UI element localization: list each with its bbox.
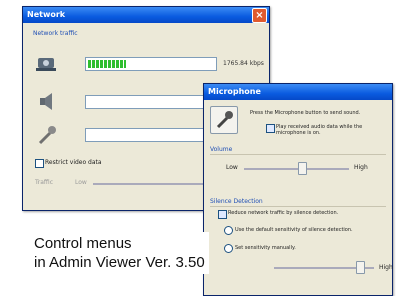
network-close-button[interactable]: × xyxy=(252,8,267,23)
reduce-traffic-label: Reduce network traffic by silence detect… xyxy=(228,210,339,216)
microphone-button[interactable] xyxy=(210,106,238,134)
audio-receive-bar xyxy=(85,95,217,109)
default-sensitivity-label: Use the default sensitivity of silence d… xyxy=(235,227,353,233)
play-received-checkbox[interactable] xyxy=(266,124,275,133)
volume-high-label: High xyxy=(354,164,368,171)
traffic-rate: 1765.84 kbps xyxy=(223,60,264,67)
microphone-icon xyxy=(35,125,59,145)
play-received-label: Play received audio data while the micro… xyxy=(276,124,363,136)
microphone-instruction: Press the Microphone button to send soun… xyxy=(250,110,361,116)
silence-separator xyxy=(210,206,386,207)
silence-group-label: Silence Detection xyxy=(210,198,263,205)
volume-group-label: Volume xyxy=(210,146,233,153)
caption-line-1: Control menus xyxy=(34,235,132,252)
network-section-label: Network traffic xyxy=(33,30,78,37)
sensitivity-high-label: High xyxy=(379,264,393,271)
reduce-traffic-checkbox[interactable] xyxy=(218,210,227,219)
microphone-window: Microphone Press the Microphone button t… xyxy=(203,83,393,296)
camera-icon xyxy=(35,53,59,73)
volume-slider[interactable] xyxy=(244,168,349,170)
caption: Control menus in Admin Viewer Ver. 3.50 xyxy=(30,232,209,274)
volume-separator xyxy=(210,154,386,155)
caption-line-2: in Admin Viewer Ver. 3.50 xyxy=(34,254,205,271)
video-traffic-fill xyxy=(88,60,126,68)
manual-sensitivity-radio[interactable] xyxy=(224,244,233,253)
volume-slider-thumb[interactable] xyxy=(298,162,307,175)
manual-sensitivity-label: Set sensitivity manually. xyxy=(235,245,296,251)
traffic-slider[interactable] xyxy=(93,183,203,185)
traffic-low-label: Low xyxy=(75,179,87,186)
default-sensitivity-radio[interactable] xyxy=(224,226,233,235)
restrict-video-checkbox[interactable] xyxy=(35,159,44,168)
traffic-label: Traffic xyxy=(35,179,54,186)
video-traffic-bar xyxy=(85,57,217,71)
network-title: Network xyxy=(23,7,269,23)
volume-low-label: Low xyxy=(226,164,238,171)
restrict-video-label: Restrict video data xyxy=(45,159,102,166)
sensitivity-slider-thumb[interactable] xyxy=(356,261,365,274)
microphone-title: Microphone xyxy=(204,84,392,100)
speaker-icon xyxy=(35,91,59,111)
audio-send-bar xyxy=(85,128,217,142)
